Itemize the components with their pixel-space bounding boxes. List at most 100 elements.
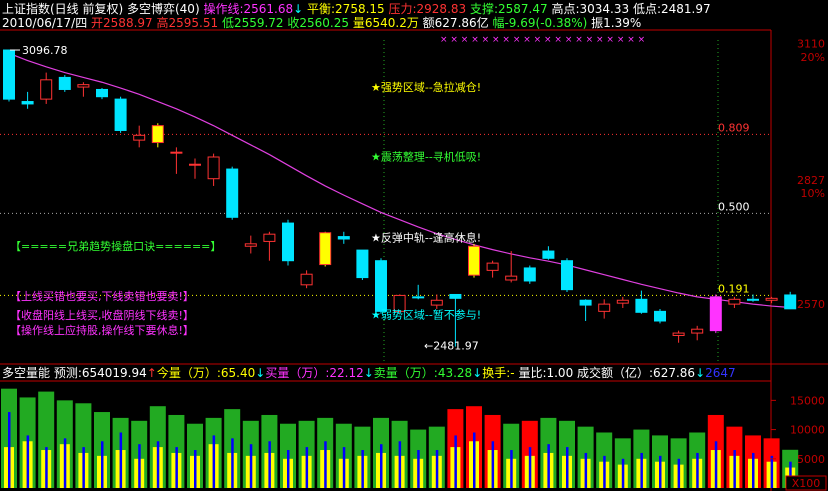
volume-blue [119, 432, 123, 488]
zone-label-0: ★强势区域--急拉减仓! [371, 80, 481, 94]
volume-bar [652, 435, 668, 488]
volume-bar [280, 423, 296, 488]
candle-body [654, 310, 666, 322]
volume-blue [435, 450, 439, 488]
candle-body [579, 299, 592, 306]
candle-body [3, 49, 15, 100]
candle [77, 82, 90, 97]
volume-blue [194, 450, 197, 488]
candle-body [691, 328, 704, 334]
volume-blue [547, 444, 550, 488]
vol-axis-label-0: 15000 [790, 394, 825, 407]
header-line-2: 2010/06/17/四 开2588.97 高2595.51 低2559.72 … [2, 15, 641, 30]
candle [672, 330, 685, 343]
vol-header-seg-10: 量比:1.00 [515, 366, 574, 380]
vol-header-seg-1: 预测:654019.94 [50, 366, 147, 380]
volume-bar [670, 438, 687, 488]
candle [337, 231, 350, 244]
top-marks: × × × × × × × × × × × × × × × × × × × × [440, 35, 645, 45]
volume-bar [596, 432, 613, 488]
candle [96, 88, 108, 100]
header2-seg-0: 2010/06/17/四 [2, 16, 87, 30]
header-line-1: 上证指数(日线 前复权) 多空博弈(40) 操作线:2561.68↓ 平衡:27… [2, 1, 711, 16]
candle [3, 49, 15, 102]
volume-bar [447, 409, 464, 488]
candle [114, 96, 127, 133]
volume-blue [454, 435, 457, 488]
vol-header-seg-5: 买量（万）:22.12 [265, 366, 363, 380]
candle-body [319, 232, 332, 266]
candle [709, 294, 722, 334]
candle-body [282, 222, 294, 262]
header2-seg-8: 振1.39% [587, 16, 641, 30]
fib-label-2: 0.191 [718, 282, 750, 295]
vol-header-seg-9: 换手:- [482, 366, 514, 380]
candle-body [523, 267, 536, 282]
stock-chart: 0.809 0.500 0.191 3096.78 ←2481.97 ★强势区域--急拉… [0, 1, 828, 491]
candle [207, 153, 220, 186]
volume-blue [528, 447, 532, 488]
volume-bar [410, 429, 427, 488]
candle-body [170, 151, 183, 154]
candle [58, 75, 71, 92]
candle-body [412, 296, 425, 299]
volume-bar [261, 414, 278, 488]
candle-body [151, 125, 164, 144]
candle-body [21, 101, 34, 105]
volume-blue [714, 441, 718, 488]
volume-blue [249, 444, 253, 488]
volume-bar [149, 406, 166, 488]
volume-blue [398, 441, 402, 488]
volume-blue [342, 447, 346, 488]
vol-axis-label-1: 10000 [790, 424, 825, 437]
volume-bar [428, 426, 445, 488]
candle-body [747, 298, 759, 301]
header-seg-2: ↓ [293, 2, 303, 16]
volume-bar [187, 423, 203, 488]
volume-bar [559, 420, 575, 488]
volume-blue [566, 447, 569, 488]
price-axis-label-4: 2570 [797, 298, 825, 311]
volume-header: 多空量能 预测:654019.94↑今量（万）:65.40↓买量（万）:22.1… [2, 365, 736, 380]
zone-label-1: ★震荡整理--寻机低吸! [371, 149, 481, 163]
candle-body [96, 88, 108, 98]
volume-bar [1, 388, 17, 488]
candle-body [765, 297, 778, 301]
volume-bar [726, 426, 743, 488]
vol-header-seg-0: 多空量能 [2, 366, 50, 380]
candle-body [728, 298, 741, 305]
candle-body [635, 298, 648, 313]
volume-blue [26, 435, 30, 488]
candle [412, 284, 425, 300]
candle-body [244, 243, 257, 247]
candle [244, 235, 257, 254]
volume-bar [484, 414, 501, 488]
volume-bar [224, 409, 241, 488]
header-seg-7: 低点:2481.97 [629, 2, 710, 16]
candle [691, 325, 704, 341]
volume-blue [212, 435, 216, 488]
volume-bar [577, 426, 594, 488]
candle [300, 270, 313, 289]
vol-header-seg-11: 成交额（亿）:627.86 [573, 365, 695, 380]
candle [635, 290, 648, 314]
candle-body [430, 299, 443, 306]
volume-blue [677, 458, 681, 488]
candle [21, 91, 34, 109]
volume-blue [175, 447, 178, 488]
volume-blue [82, 447, 85, 488]
volume-blue [510, 450, 513, 488]
volume-blue [417, 450, 420, 488]
mnemonic-3: 【操作线上应持股,操作线下要休息!】 [10, 323, 194, 337]
price-axis-label-1: 20% [801, 51, 825, 64]
candle-body [189, 163, 201, 166]
volume-blue [603, 455, 606, 488]
volume-blue [770, 455, 774, 488]
candle [356, 249, 369, 280]
unit-label: X100 [792, 477, 821, 490]
candle-body [114, 98, 127, 131]
volume-blue [733, 450, 736, 488]
volume-blue [231, 438, 234, 488]
candle-body [449, 293, 462, 299]
candle-body [58, 76, 71, 90]
